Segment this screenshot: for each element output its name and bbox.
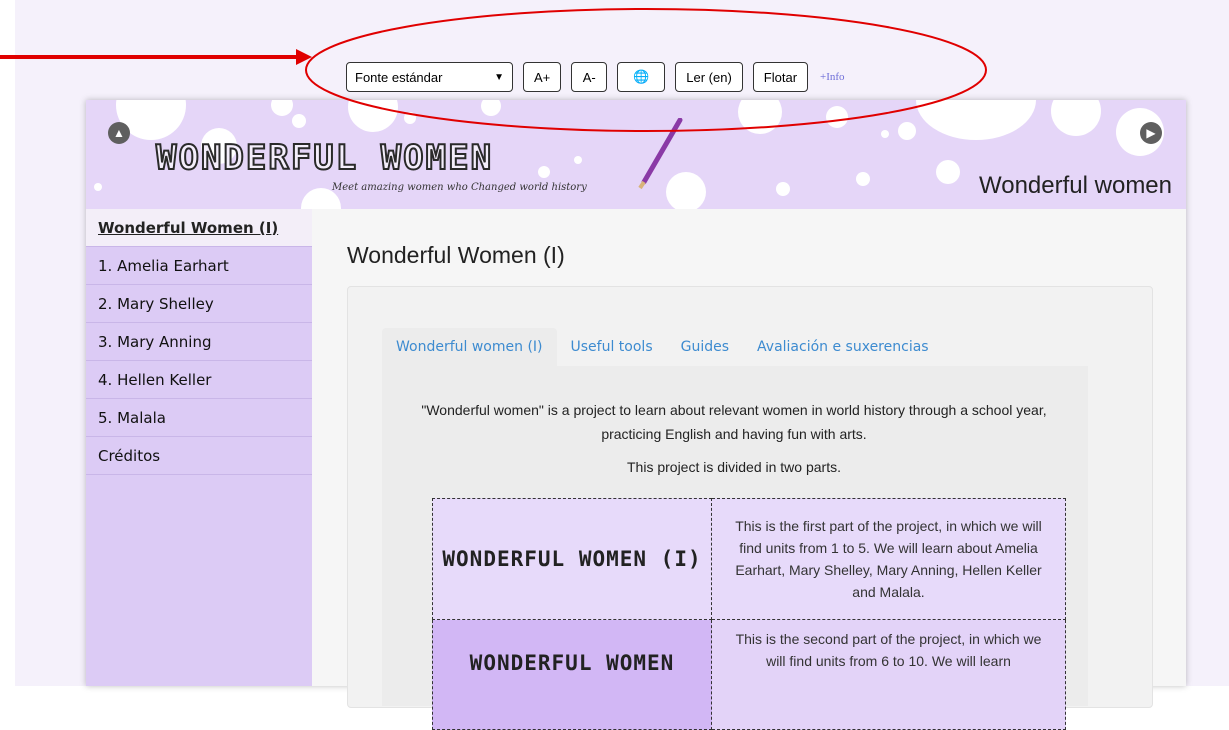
intro-text: "Wonderful women" is a project to learn … [421, 402, 1047, 442]
sidebar-item-creditos[interactable]: Créditos [86, 437, 312, 475]
banner-dot [776, 182, 790, 196]
banner-dot [574, 156, 582, 164]
part-description: This is the first part of the project, i… [712, 498, 1066, 620]
chevron-down-icon: ▼ [494, 71, 504, 83]
decrease-font-button[interactable]: A- [571, 62, 608, 92]
part-title: WONDERFUL WOMEN [432, 620, 712, 730]
divided-text: This project is divided in two parts. [627, 459, 841, 475]
increase-font-button[interactable]: A+ [523, 62, 562, 92]
banner-dot [898, 122, 916, 140]
font-select[interactable]: Fonte estándar ▼ [346, 62, 513, 92]
sidebar-item-amelia-earhart[interactable]: 1. Amelia Earhart [86, 247, 312, 285]
accessibility-toolbar: Fonte estándar ▼ A+ A- 🌐 Ler (en) Flotar… [346, 61, 845, 93]
logo-subtitle: Meet amazing women who Changed world his… [332, 182, 587, 193]
banner-dot [856, 172, 870, 186]
tab-avaliacion[interactable]: Avaliación e suxerencias [743, 328, 943, 366]
sidebar-item-mary-anning[interactable]: 3. Mary Anning [86, 323, 312, 361]
banner-dot [538, 166, 550, 178]
info-link[interactable]: +Info [820, 71, 845, 83]
part-description: This is the second part of the project, … [712, 620, 1066, 730]
pencil-icon [638, 118, 683, 190]
table-row: WONDERFUL WOMEN This is the second part … [432, 620, 1066, 730]
banner-dot [292, 114, 306, 128]
banner-dot [271, 100, 293, 116]
banner-dot [936, 160, 960, 184]
next-page-button[interactable]: ▶ [1140, 122, 1162, 144]
header-banner: ▲ ▶ WONDERFUL WOMEN Meet amazing women w… [86, 100, 1186, 209]
sidebar-item-hellen-keller[interactable]: 4. Hellen Keller [86, 361, 312, 399]
tab-bar: Wonderful women (I) Useful tools Guides … [382, 328, 943, 366]
sidebar-item-malala[interactable]: 5. Malala [86, 399, 312, 437]
parts-table: WONDERFUL WOMEN (I) This is the first pa… [432, 498, 1066, 730]
tab-wonderful-women-i[interactable]: Wonderful women (I) [382, 328, 557, 366]
translate-button[interactable]: 🌐 [617, 62, 666, 92]
chevron-up-icon: ▲ [113, 126, 125, 140]
read-aloud-button[interactable]: Ler (en) [675, 62, 743, 92]
tab-guides[interactable]: Guides [667, 328, 743, 366]
font-select-value: Fonte estándar [355, 69, 443, 85]
sidebar-nav: Wonderful Women (I) 1. Amelia Earhart 2.… [86, 209, 312, 686]
globe-icon: 🌐 [633, 69, 650, 84]
banner-dot [916, 100, 1036, 140]
page-title: Wonderful Women (I) [347, 242, 565, 268]
banner-dot [881, 130, 889, 138]
banner-dot [481, 100, 501, 116]
banner-dot [348, 100, 398, 132]
banner-dot [404, 112, 416, 124]
sidebar-item-mary-shelley[interactable]: 2. Mary Shelley [86, 285, 312, 323]
prev-page-button[interactable]: ▲ [108, 122, 130, 144]
table-row: WONDERFUL WOMEN (I) This is the first pa… [432, 498, 1066, 620]
float-button[interactable]: Flotar [752, 62, 809, 92]
logo-title: WONDERFUL WOMEN [155, 137, 494, 179]
banner-dot [94, 183, 102, 191]
chevron-right-icon: ▶ [1146, 126, 1156, 140]
tab-useful-tools[interactable]: Useful tools [557, 328, 667, 366]
banner-dot [738, 100, 782, 134]
banner-dot [1051, 100, 1101, 136]
site-title: Wonderful women [979, 172, 1172, 199]
banner-dot [826, 106, 848, 128]
sidebar-item-wonderful-women-i[interactable]: Wonderful Women (I) [86, 209, 312, 247]
part-title: WONDERFUL WOMEN (I) [432, 498, 712, 620]
